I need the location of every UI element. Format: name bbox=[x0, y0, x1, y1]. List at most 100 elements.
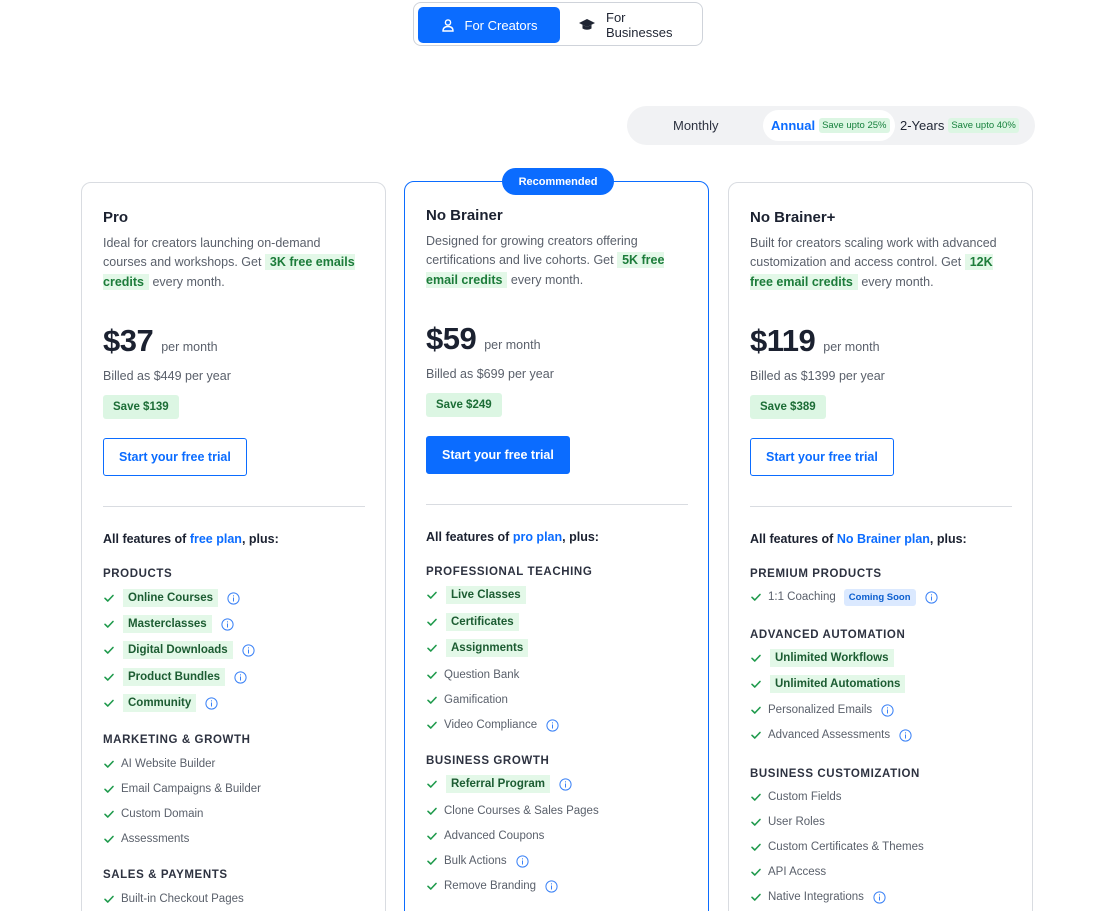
info-icon[interactable] bbox=[546, 718, 559, 732]
price-period: per month bbox=[161, 340, 218, 354]
check-icon bbox=[104, 760, 114, 768]
info-icon[interactable] bbox=[545, 879, 558, 893]
feature-section: PRODUCTS Online Courses Masterclasses Digit… bbox=[103, 568, 365, 712]
plan-card-no-brainer-plus: No Brainer+ Built for creators scaling wo… bbox=[728, 182, 1033, 911]
check-icon bbox=[104, 810, 114, 818]
feature-name: Unlimited Automations bbox=[770, 675, 906, 693]
feature-item: Custom Domain bbox=[103, 804, 203, 824]
feature-item: Online Courses bbox=[103, 588, 240, 608]
plan-description: Designed for growing creators offering c… bbox=[426, 232, 684, 290]
billing-two-years-option[interactable]: 2-Years Save upto 40% bbox=[900, 110, 1019, 141]
two-years-label: 2-Years bbox=[900, 118, 945, 133]
info-icon[interactable] bbox=[924, 590, 938, 604]
user-icon bbox=[441, 19, 454, 32]
previous-plan-link[interactable]: No Brainer plan bbox=[837, 532, 930, 546]
previous-plan-link[interactable]: pro plan bbox=[513, 530, 562, 544]
savings-badge: Save $139 bbox=[103, 395, 179, 419]
feature-item: Certificates bbox=[426, 612, 519, 632]
all-features-prefix: All features of bbox=[103, 532, 190, 546]
check-icon bbox=[104, 835, 114, 843]
price-row: $59 per month bbox=[426, 321, 541, 357]
info-icon[interactable] bbox=[242, 643, 255, 657]
recommended-badge: Recommended bbox=[502, 168, 614, 195]
all-features-prefix: All features of bbox=[750, 532, 837, 546]
start-free-trial-button[interactable]: Start your free trial bbox=[750, 438, 894, 476]
check-icon bbox=[751, 593, 761, 601]
info-icon[interactable] bbox=[205, 696, 218, 710]
check-icon bbox=[104, 895, 114, 903]
price-row: $37 per month bbox=[103, 323, 218, 359]
feature-name: Digital Downloads bbox=[123, 641, 233, 659]
plan-description-text: Built for creators scaling work with adv… bbox=[750, 236, 997, 270]
feature-name: 1:1 Coaching bbox=[768, 591, 836, 603]
all-features-prefix: All features of bbox=[426, 530, 513, 544]
feature-section-title: BUSINESS GROWTH bbox=[426, 755, 550, 767]
divider bbox=[103, 506, 365, 507]
feature-item: Video Compliance bbox=[426, 715, 559, 735]
billed-annually-text: Billed as $699 per year bbox=[426, 367, 554, 381]
feature-item: User Roles bbox=[750, 812, 825, 832]
feature-name: Assessments bbox=[121, 833, 190, 845]
start-free-trial-button[interactable]: Start your free trial bbox=[103, 438, 247, 476]
previous-plan-link[interactable]: free plan bbox=[190, 532, 242, 546]
feature-item: Live Classes bbox=[426, 585, 526, 605]
check-icon bbox=[104, 673, 114, 681]
plan-description: Built for creators scaling work with adv… bbox=[750, 234, 1008, 292]
check-icon bbox=[751, 731, 761, 739]
feature-name: Custom Domain bbox=[121, 808, 204, 820]
plan-description: Ideal for creators launching on-demand c… bbox=[103, 234, 361, 292]
feature-name: API Access bbox=[768, 866, 827, 878]
feature-item: Unlimited Workflows bbox=[750, 648, 894, 668]
feature-item: Advanced Coupons bbox=[426, 826, 544, 846]
feature-name: Custom Fields bbox=[768, 791, 842, 803]
info-icon[interactable] bbox=[881, 703, 894, 717]
feature-name: Built-in Checkout Pages bbox=[121, 893, 244, 905]
audience-toggle: For Creators For Businesses bbox=[413, 2, 703, 46]
info-icon[interactable] bbox=[234, 670, 247, 684]
feature-section-title: PRODUCTS bbox=[103, 568, 173, 580]
feature-section: SALES & PAYMENTS Built-in Checkout Pages bbox=[103, 869, 365, 905]
info-icon[interactable] bbox=[221, 617, 234, 631]
plan-description-tail: every month. bbox=[507, 272, 584, 287]
feature-item: Referral Program bbox=[426, 774, 572, 794]
for-businesses-button[interactable]: For Businesses bbox=[566, 7, 700, 43]
start-free-trial-button[interactable]: Start your free trial bbox=[426, 436, 570, 474]
info-icon[interactable] bbox=[899, 728, 912, 742]
plan-name: No Brainer bbox=[426, 207, 503, 224]
feature-section: BUSINESS CUSTOMIZATION Custom Fields User … bbox=[750, 768, 1012, 904]
info-icon[interactable] bbox=[873, 890, 886, 904]
feature-name: Assignments bbox=[446, 639, 529, 657]
info-icon[interactable] bbox=[227, 591, 240, 605]
feature-item: Unlimited Automations bbox=[750, 674, 906, 694]
check-icon bbox=[427, 591, 437, 599]
for-creators-button[interactable]: For Creators bbox=[418, 7, 560, 43]
feature-section-title: SALES & PAYMENTS bbox=[103, 869, 228, 881]
plan-description-text: Designed for growing creators offering c… bbox=[426, 234, 638, 268]
plan-price: $119 bbox=[750, 323, 816, 358]
feature-item: Remove Branding bbox=[426, 876, 558, 896]
info-icon[interactable] bbox=[516, 854, 529, 868]
check-icon bbox=[427, 671, 437, 679]
feature-item: Clone Courses & Sales Pages bbox=[426, 801, 599, 821]
plan-card-no-brainer: Recommended No Brainer Designed for growin… bbox=[404, 168, 709, 911]
savings-badge: Save $389 bbox=[750, 395, 826, 419]
info-icon[interactable] bbox=[559, 777, 572, 791]
divider bbox=[750, 506, 1012, 507]
check-icon bbox=[751, 893, 761, 901]
price-period: per month bbox=[484, 338, 541, 352]
feature-name: Personalized Emails bbox=[768, 704, 873, 716]
feature-item: Assignments bbox=[426, 638, 529, 658]
feature-name: Clone Courses & Sales Pages bbox=[444, 805, 599, 817]
all-features-of-heading: All features of free plan, plus: bbox=[103, 532, 279, 546]
feature-item: AI Website Builder bbox=[103, 754, 215, 774]
feature-name: Certificates bbox=[446, 613, 519, 631]
plan-name: No Brainer+ bbox=[750, 209, 836, 226]
check-icon bbox=[427, 644, 437, 652]
feature-section: PREMIUM PRODUCTS 1:1 Coaching Coming Soon bbox=[750, 568, 1012, 606]
feature-item: Advanced Assessments bbox=[750, 725, 912, 745]
divider bbox=[426, 504, 688, 505]
feature-section-title: PROFESSIONAL TEACHING bbox=[426, 566, 593, 578]
billing-monthly-option[interactable]: Monthly bbox=[673, 110, 719, 141]
billing-annual-option[interactable]: Annual Save upto 25% bbox=[763, 110, 895, 141]
feature-section-title: PREMIUM PRODUCTS bbox=[750, 568, 882, 580]
